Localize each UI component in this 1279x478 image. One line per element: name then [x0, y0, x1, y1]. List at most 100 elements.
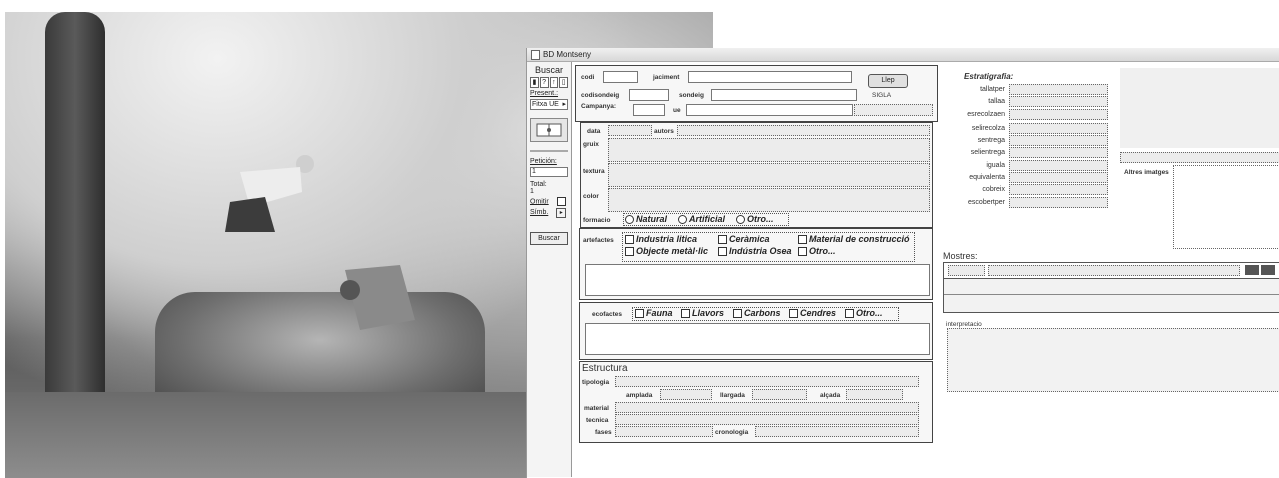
sidebar: Buscar ▮ ? ↑ ▯ Present.: Fitxa UE Petici… — [527, 62, 572, 477]
fauna-option[interactable]: Fauna — [635, 308, 673, 319]
help-icon[interactable]: ? — [539, 77, 549, 88]
mostres-desc-field[interactable] — [988, 265, 1240, 276]
cobreix-field[interactable] — [1009, 184, 1108, 195]
jaciment-field[interactable] — [688, 71, 852, 83]
interpretacio-field[interactable] — [947, 328, 1279, 392]
buscar-button[interactable]: Buscar — [530, 232, 568, 245]
cendres-checkbox[interactable] — [789, 309, 798, 319]
codisondeig-field[interactable] — [629, 89, 669, 101]
alcada-field[interactable] — [846, 389, 903, 400]
request-number: 1 — [532, 168, 536, 175]
mostres-delete-icon[interactable] — [1261, 265, 1275, 275]
request-number-field[interactable]: 1 — [530, 167, 568, 177]
gruix-field[interactable] — [608, 138, 930, 162]
artificial-option[interactable]: Artificial — [678, 214, 726, 225]
industria-osea-checkbox[interactable] — [718, 247, 727, 257]
natural-option[interactable]: Natural — [625, 214, 667, 225]
ceramica-option[interactable]: Ceràmica — [718, 234, 770, 245]
llargada-field[interactable] — [752, 389, 807, 400]
rolodex-icon[interactable] — [530, 118, 568, 142]
color-label: color — [583, 193, 599, 200]
search-mode-label[interactable]: Buscar — [527, 65, 571, 75]
industria-litica-option[interactable]: Industria litica — [625, 234, 697, 245]
artificial-label: Artificial — [689, 214, 726, 224]
cronologia-field[interactable] — [755, 426, 919, 437]
equivalenta-field[interactable] — [1009, 172, 1108, 183]
codisondeig-label: codisondeig — [581, 92, 620, 99]
slider-divider[interactable] — [530, 150, 568, 152]
escobertper-field[interactable] — [1009, 197, 1108, 208]
sigla-field[interactable] — [854, 104, 933, 116]
material-construccio-checkbox[interactable] — [798, 235, 807, 245]
material-field[interactable] — [615, 402, 919, 413]
color-field[interactable] — [608, 188, 930, 212]
ecofactes-notes-field[interactable] — [585, 323, 930, 355]
tallatper-field[interactable] — [1009, 84, 1108, 95]
ceramica-checkbox[interactable] — [718, 235, 727, 245]
objecte-metallic-checkbox[interactable] — [625, 247, 634, 257]
simb-option[interactable]: Símb. ▸ — [530, 208, 568, 218]
cendres-option[interactable]: Cendres — [789, 308, 836, 319]
esrecolzaen-field[interactable] — [1009, 109, 1108, 120]
objecte-metallic-option[interactable]: Objecte metàl·lic — [625, 246, 708, 257]
simb-menu-icon[interactable]: ▸ — [556, 208, 567, 218]
otro-ecofactes-option[interactable]: Otro... — [845, 308, 883, 319]
mostres-add-icon[interactable] — [1245, 265, 1259, 275]
otro-formacio-radio[interactable] — [736, 215, 745, 225]
mostres-code-field[interactable] — [948, 265, 985, 276]
fases-field[interactable] — [615, 426, 713, 437]
up-arrow-icon[interactable]: ↑ — [549, 77, 559, 88]
sondeig-field[interactable] — [711, 89, 857, 101]
omitir-checkbox[interactable] — [556, 197, 566, 206]
industria-litica-checkbox[interactable] — [625, 235, 634, 245]
image-caption-field[interactable] — [1120, 152, 1279, 163]
selirecolza-field[interactable] — [1009, 123, 1108, 134]
layout-select[interactable]: Fitxa UE — [530, 99, 568, 110]
tallatper-label: tallatper — [980, 86, 1005, 93]
otro-formacio-option[interactable]: Otro... — [736, 214, 774, 225]
artificial-radio[interactable] — [678, 215, 687, 225]
otro-ecofactes-checkbox[interactable] — [845, 309, 854, 319]
natural-radio[interactable] — [625, 215, 634, 225]
peticion-label: Petición: — [530, 158, 557, 165]
fauna-checkbox[interactable] — [635, 309, 644, 319]
codi-field[interactable] — [603, 71, 638, 83]
main-image-box[interactable] — [1120, 68, 1279, 148]
llavors-checkbox[interactable] — [681, 309, 690, 319]
altres-imatges-box[interactable] — [1173, 165, 1279, 249]
selirecolza-label: selirecolza — [971, 125, 1005, 132]
total-label: Total: — [530, 181, 547, 188]
iguala-label: iguala — [986, 162, 1005, 169]
omitir-option[interactable]: Omitir — [530, 197, 568, 206]
industria-osea-option[interactable]: Indústria Osea — [718, 246, 792, 257]
title-bar: BD Montseny — [527, 48, 1279, 62]
tecnica-field[interactable] — [615, 414, 919, 425]
present-label: Present.: — [530, 90, 559, 97]
autors-field[interactable] — [677, 125, 930, 136]
mostres-row[interactable] — [944, 294, 1279, 295]
book-icon[interactable]: ▮ — [530, 77, 539, 88]
textura-field[interactable] — [608, 163, 930, 187]
material-construccio-option[interactable]: Material de construcció — [798, 234, 910, 245]
amplada-field[interactable] — [660, 389, 712, 400]
autors-label: autors — [654, 128, 674, 135]
equivalenta-label: equivalenta — [969, 174, 1005, 181]
selientrega-field[interactable] — [1009, 147, 1108, 158]
tallaa-field[interactable] — [1009, 96, 1108, 107]
sentrega-field[interactable] — [1009, 135, 1108, 146]
otro-artefactes-option[interactable]: Otro... — [798, 246, 836, 257]
llegir-button[interactable]: Llep — [868, 74, 908, 88]
campanya-field[interactable] — [633, 104, 665, 116]
llavors-option[interactable]: Llavors — [681, 308, 724, 319]
iguala-field[interactable] — [1009, 160, 1108, 171]
tipologia-field[interactable] — [615, 376, 919, 387]
data-field[interactable] — [608, 125, 652, 136]
page-icon[interactable]: ▯ — [559, 77, 568, 88]
carbons-checkbox[interactable] — [733, 309, 742, 319]
mostres-title: Mostres: — [943, 251, 978, 261]
ue-field[interactable] — [686, 104, 853, 116]
sondeig-label: sondeig — [679, 92, 704, 99]
otro-artefactes-checkbox[interactable] — [798, 247, 807, 257]
carbons-option[interactable]: Carbons — [733, 308, 781, 319]
artefactes-notes-field[interactable] — [585, 264, 930, 296]
